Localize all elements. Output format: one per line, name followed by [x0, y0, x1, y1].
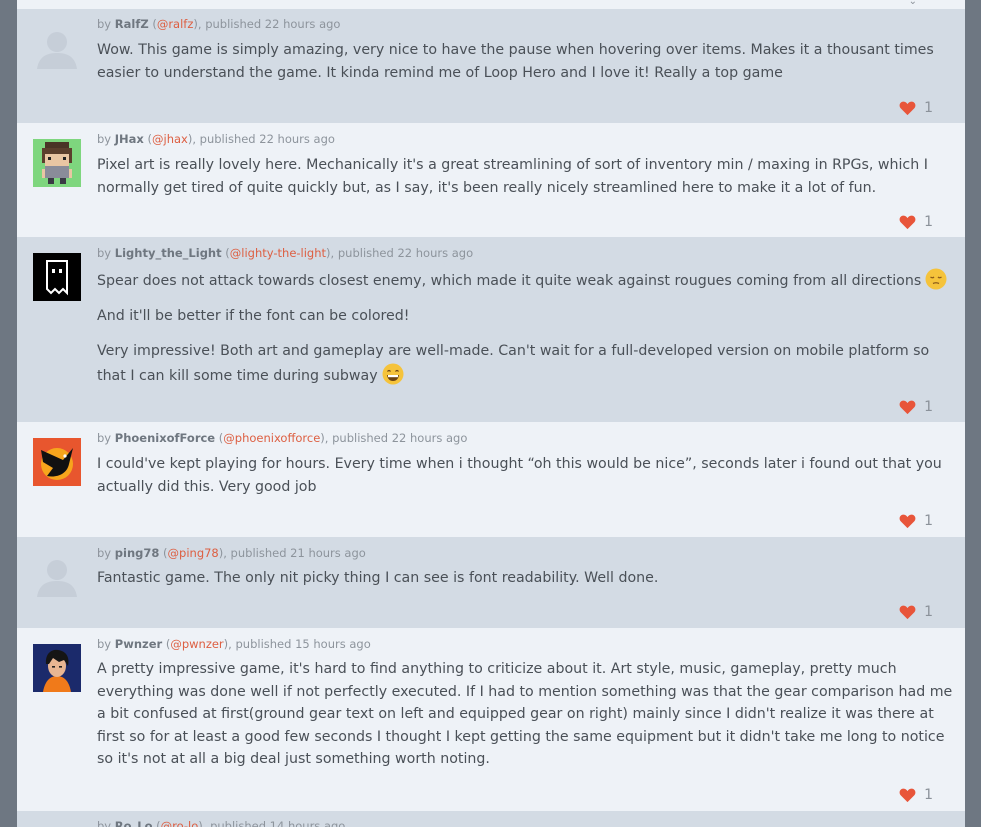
comment-time[interactable]: 22 hours ago [397, 246, 473, 260]
anime-character-avatar[interactable] [33, 644, 81, 692]
comment: by Lighty_the_Light (@lighty-the-light),… [17, 237, 965, 422]
comment-body: A pretty impressive game, it's hard to f… [97, 658, 957, 771]
comment-time[interactable]: 14 hours ago [270, 819, 346, 827]
heart-icon [899, 215, 916, 230]
comment-handle-link[interactable]: @ping78 [168, 546, 219, 560]
comment-body: I could've kept playing for hours. Every… [97, 453, 957, 498]
comment-handle-link[interactable]: @pwnzer [170, 637, 223, 651]
heart-icon [899, 605, 916, 620]
like-button[interactable]: 1 [899, 99, 933, 117]
like-button[interactable]: 1 [899, 213, 933, 231]
like-count: 1 [924, 513, 933, 529]
comment-username[interactable]: PhoenixofForce [115, 431, 215, 445]
like-count: 1 [924, 787, 933, 803]
comment-meta: by JHax (@jhax), published 22 hours ago [97, 132, 335, 146]
comment-paragraph: And it'll be better if the font can be c… [97, 308, 410, 324]
comment-paragraph: I could've kept playing for hours. Every… [97, 456, 942, 495]
comment-meta: by Ro_Lo (@ro-lo), published 14 hours ag… [97, 819, 345, 827]
previous-comment-edge: ⌄ [17, 0, 965, 9]
heart-icon [899, 101, 916, 116]
comment-username[interactable]: ping78 [115, 546, 160, 560]
comment-body: Pixel art is really lovely here. Mechani… [97, 154, 957, 199]
like-count: 1 [924, 399, 933, 415]
comment-username[interactable]: Lighty_the_Light [115, 246, 222, 260]
like-count: 1 [924, 100, 933, 116]
comment-meta: by RalfZ (@ralfz), published 22 hours ag… [97, 17, 341, 31]
comment: by PhoenixofForce (@phoenixofforce), pub… [17, 422, 965, 537]
default-avatar-icon[interactable] [33, 25, 81, 73]
comment: by Ro_Lo (@ro-lo), published 14 hours ag… [17, 811, 965, 827]
heart-icon [899, 400, 916, 415]
comment-username[interactable]: Pwnzer [115, 637, 162, 651]
comment-body: Fantastic game. The only nit picky thing… [97, 567, 957, 590]
grinning-face-emoji-icon [382, 363, 404, 384]
comment-time[interactable]: 22 hours ago [392, 431, 468, 445]
like-count: 1 [924, 604, 933, 620]
chevron-icon: ⌄ [908, 0, 917, 7]
comment-meta: by ping78 (@ping78), published 21 hours … [97, 546, 366, 560]
comment: by ping78 (@ping78), published 21 hours … [17, 537, 965, 628]
comment-paragraph: Spear does not attack towards closest en… [97, 268, 957, 293]
comment-meta: by PhoenixofForce (@phoenixofforce), pub… [97, 431, 468, 445]
comment-paragraph: Pixel art is really lovely here. Mechani… [97, 157, 928, 196]
comment: by RalfZ (@ralfz), published 22 hours ag… [17, 9, 965, 123]
comment-username[interactable]: RalfZ [115, 17, 149, 31]
like-count: 1 [924, 214, 933, 230]
comment-time[interactable]: 22 hours ago [259, 132, 335, 146]
comment: by JHax (@jhax), published 22 hours ago … [17, 123, 965, 237]
pensive-face-emoji-icon [925, 268, 947, 290]
comment-username[interactable]: Ro_Lo [115, 819, 153, 827]
heart-icon [899, 514, 916, 529]
comment-handle-link[interactable]: @lighty-the-light [230, 246, 326, 260]
pixel-character-avatar[interactable] [33, 139, 81, 187]
comments-feed: ⌄ by RalfZ (@ralfz), published 22 hours … [17, 0, 965, 827]
default-avatar-icon[interactable] [33, 553, 81, 601]
comment-paragraph: A pretty impressive game, it's hard to f… [97, 661, 953, 767]
comment-body: Spear does not attack towards closest en… [97, 268, 957, 387]
comment-paragraph: Wow. This game is simply amazing, very n… [97, 42, 934, 81]
comment-time[interactable]: 15 hours ago [295, 637, 371, 651]
comment-paragraph: Fantastic game. The only nit picky thing… [97, 570, 659, 586]
comment-handle-link[interactable]: @ro-lo [161, 819, 199, 827]
like-button[interactable]: 1 [899, 512, 933, 530]
comment: by Pwnzer (@pwnzer), published 15 hours … [17, 628, 965, 811]
comment-meta: by Lighty_the_Light (@lighty-the-light),… [97, 246, 474, 260]
comment-time[interactable]: 21 hours ago [290, 546, 366, 560]
heart-icon [899, 788, 916, 803]
comment-paragraph: Very impressive! Both art and gameplay a… [97, 343, 930, 384]
comment-body: Wow. This game is simply amazing, very n… [97, 39, 957, 84]
comment-handle-link[interactable]: @jhax [152, 132, 188, 146]
like-button[interactable]: 1 [899, 603, 933, 621]
like-button[interactable]: 1 [899, 398, 933, 416]
comment-time[interactable]: 22 hours ago [265, 17, 341, 31]
phoenix-avatar[interactable] [33, 438, 81, 486]
comment-handle-link[interactable]: @phoenixofforce [223, 431, 320, 445]
comment-handle-link[interactable]: @ralfz [157, 17, 194, 31]
like-button[interactable]: 1 [899, 786, 933, 804]
ghost-avatar[interactable] [33, 253, 81, 301]
comment-meta: by Pwnzer (@pwnzer), published 15 hours … [97, 637, 371, 651]
comment-username[interactable]: JHax [115, 132, 144, 146]
